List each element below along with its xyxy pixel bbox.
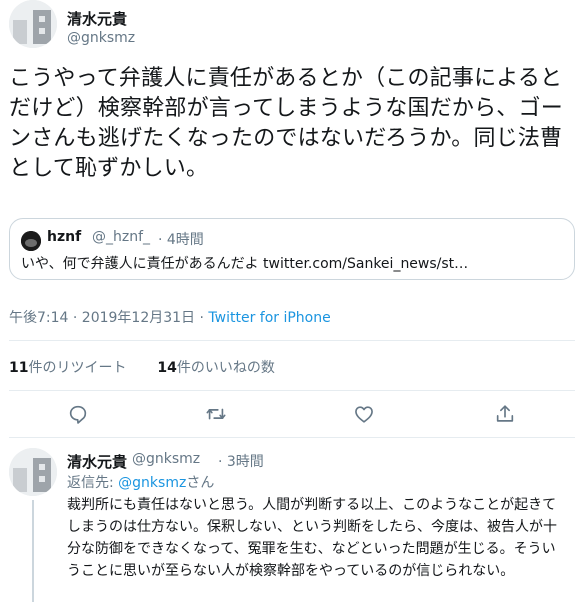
quoted-author-name: hznf (47, 229, 82, 245)
author-name[interactable]: 清水元貴 (67, 8, 127, 29)
divider (9, 340, 575, 341)
likes-count: 14 (157, 360, 177, 376)
reply-button[interactable] (67, 403, 89, 425)
tweet-stats: 11件のリツイート 14件のいいねの数 (9, 357, 275, 377)
retweets-stat[interactable]: 11件のリツイート (9, 360, 126, 376)
reply-text: 裁判所にも責任はないと思う。人間が判断する以上、このようなことが起きてしまうのは… (67, 497, 557, 579)
thread-line (32, 500, 34, 602)
quoted-tweet-text: いや、何で弁護人に責任があるんだよ twitter.com/Sankei_new… (21, 256, 469, 272)
divider (9, 437, 575, 438)
replying-to-handle[interactable]: @gnksmz (118, 475, 186, 491)
retweet-icon (206, 408, 226, 420)
author-avatar[interactable] (9, 0, 57, 48)
quoted-tweet-card[interactable]: hznf @_hznf_ · 4時間 いや、何で弁護人に責任があるんだよ twi… (9, 218, 575, 280)
replying-to: 返信先: @gnksmzさん (67, 472, 214, 492)
quoted-author-avatar (21, 231, 41, 251)
reply-author-avatar[interactable] (9, 448, 57, 496)
likes-label: 件のいいねの数 (176, 360, 275, 376)
reply-time[interactable]: · 3時間 (218, 451, 264, 471)
tweet-text: こうやって弁護人に責任があるとか（この記事によるとだけど）検察幹部が言ってしまう… (9, 66, 563, 181)
reply-author-handle[interactable]: @gnksmz (132, 451, 200, 467)
retweet-button[interactable] (205, 403, 227, 425)
likes-stat[interactable]: 14件のいいねの数 (157, 360, 274, 376)
quoted-tweet-time: · 4時間 (158, 232, 204, 248)
replying-to-suffix: さん (186, 475, 215, 491)
tweet-meta: 午後7:14 · 2019年12月31日 · Twitter for iPhon… (9, 307, 331, 327)
share-button[interactable] (494, 403, 516, 425)
author-handle[interactable]: @gnksmz (67, 30, 135, 46)
reply-icon (69, 405, 87, 424)
divider (9, 390, 575, 391)
replying-to-prefix: 返信先: (67, 475, 119, 491)
retweets-count: 11 (9, 360, 29, 376)
tweet-timestamp[interactable]: 午後7:14 · 2019年12月31日 · (9, 310, 208, 326)
tweet-source-link[interactable]: Twitter for iPhone (208, 310, 330, 326)
retweets-label: 件のリツイート (28, 360, 127, 376)
like-button[interactable] (353, 403, 375, 425)
reply-author-name[interactable]: 清水元貴 (67, 451, 127, 472)
heart-icon (355, 406, 373, 423)
quoted-author-handle: @_hznf_ (92, 229, 151, 245)
share-icon (496, 405, 514, 422)
